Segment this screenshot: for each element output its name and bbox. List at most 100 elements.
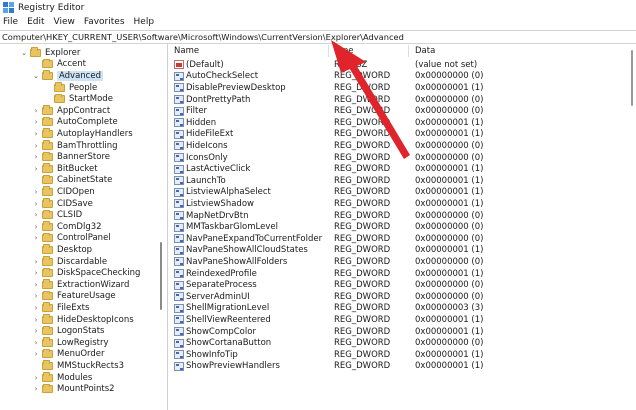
chevron-right-icon[interactable]: › <box>32 374 40 382</box>
value-row[interactable]: ShellViewReentered REG_DWORD 0x00000001 (1… <box>168 314 636 326</box>
chevron-right-icon[interactable]: › <box>32 200 40 208</box>
address-path[interactable]: Computer\HKEY_CURRENT_USER\Software\Micr… <box>2 32 404 42</box>
chevron-down-icon[interactable]: ⌄ <box>32 72 40 80</box>
value-row[interactable]: AutoCheckSelect REG_DWORD 0x00000000 (0) <box>168 71 636 83</box>
chevron-right-icon[interactable]: › <box>32 258 40 266</box>
chevron-right-icon[interactable]: › <box>32 281 40 289</box>
value-row[interactable]: IconsOnly REG_DWORD 0x00000000 (0) <box>168 152 636 164</box>
chevron-right-icon[interactable]: › <box>32 327 40 335</box>
tree-item[interactable]: › AutoComplete <box>32 116 118 129</box>
value-row[interactable]: ShowInfoTip REG_DWORD 0x00000001 (1) <box>168 349 636 361</box>
tree-item[interactable]: › DiskSpaceChecking <box>32 267 140 279</box>
value-row[interactable]: MapNetDrvBtn REG_DWORD 0x00000000 (0) <box>168 210 636 222</box>
value-row[interactable]: NavPaneShowAllCloudStates REG_DWORD 0x0000… <box>168 245 636 257</box>
tree-scrollbar-thumb[interactable] <box>160 242 162 310</box>
value-row[interactable]: LaunchTo REG_DWORD 0x00000001 (1) <box>168 175 636 187</box>
menu-help[interactable]: Help <box>134 17 155 27</box>
value-row[interactable]: ShowCompColor REG_DWORD 0x00000001 (1) <box>168 326 636 338</box>
tree-item[interactable]: › MountPoints2 <box>32 383 115 395</box>
value-row[interactable]: ShellMigrationLevel REG_DWORD 0x00000003 (… <box>168 303 636 315</box>
tree-item[interactable]: › BitBucket <box>32 163 98 175</box>
column-header-data[interactable]: Data <box>415 46 435 56</box>
menu-file[interactable]: File <box>3 17 18 27</box>
tree-item[interactable]: › ControlPanel <box>32 232 111 245</box>
tree-item[interactable]: StartMode <box>44 93 113 105</box>
value-row[interactable]: ShowCortanaButton REG_DWORD 0x00000000 (0) <box>168 337 636 349</box>
chevron-right-icon[interactable]: › <box>32 223 40 231</box>
chevron-right-icon[interactable]: › <box>32 339 40 347</box>
tree-item[interactable]: CabinetState <box>32 174 112 187</box>
tree-item[interactable]: › CIDSave <box>32 198 93 210</box>
binary-value-icon <box>174 234 184 244</box>
tree-item[interactable]: › Discardable <box>32 256 107 268</box>
chevron-right-icon[interactable]: › <box>32 234 40 242</box>
value-row[interactable]: Hidden REG_DWORD 0x00000001 (1) <box>168 117 636 129</box>
chevron-down-icon[interactable]: ⌄ <box>20 49 28 57</box>
chevron-right-icon[interactable]: › <box>32 269 40 277</box>
value-row[interactable]: Filter REG_DWORD 0x00000000 (0) <box>168 105 636 117</box>
value-row[interactable]: LastActiveClick REG_DWORD 0x00000001 (1) <box>168 163 636 175</box>
tree-item[interactable]: › MenuOrder <box>32 348 105 361</box>
address-bar[interactable]: Computer\HKEY_CURRENT_USER\Software\Micr… <box>0 30 636 44</box>
value-row[interactable]: ListviewShadow REG_DWORD 0x00000001 (1) <box>168 198 636 210</box>
tree-item[interactable]: › ExtractionWizard <box>32 279 129 291</box>
chevron-right-icon[interactable]: › <box>32 304 40 312</box>
values-scrollbar[interactable] <box>629 44 636 410</box>
tree-item[interactable]: Accent <box>32 58 86 71</box>
chevron-right-icon[interactable]: › <box>32 130 40 138</box>
value-row[interactable]: NavPaneShowAllFolders REG_DWORD 0x00000000… <box>168 256 636 268</box>
tree-item[interactable]: › LowRegistry <box>32 337 109 349</box>
chevron-right-icon[interactable]: › <box>32 188 40 196</box>
value-row[interactable]: NavPaneExpandToCurrentFolder REG_DWORD 0x0… <box>168 233 636 245</box>
chevron-right-icon[interactable]: › <box>32 142 40 150</box>
menu-edit[interactable]: Edit <box>27 17 44 27</box>
value-row[interactable]: DisablePreviewDesktop REG_DWORD 0x00000001… <box>168 82 636 94</box>
tree-item[interactable]: › LogonStats <box>32 325 104 337</box>
tree-item[interactable]: › AutoplayHandlers <box>32 128 133 140</box>
value-row[interactable]: HideFileExt REG_DWORD 0x00000001 (1) <box>168 129 636 141</box>
binary-value-icon <box>174 153 184 163</box>
tree-item[interactable]: › AppContract <box>32 105 110 117</box>
tree-item[interactable]: › FileExts <box>32 302 89 314</box>
value-row[interactable]: HideIcons REG_DWORD 0x00000000 (0) <box>168 140 636 152</box>
chevron-right-icon[interactable]: › <box>32 350 40 358</box>
column-header-name[interactable]: Name <box>174 46 199 56</box>
tree-item[interactable]: › CLSID <box>32 209 82 221</box>
tree-item[interactable]: Desktop <box>32 244 92 256</box>
values-scrollbar-thumb[interactable] <box>631 50 633 106</box>
column-divider[interactable] <box>328 45 329 57</box>
chevron-right-icon[interactable]: › <box>32 118 40 126</box>
tree-item[interactable]: ⌄ Advanced <box>32 70 103 82</box>
chevron-right-icon[interactable]: › <box>32 211 40 219</box>
value-row[interactable]: (Default) REG_SZ (value not set) <box>168 59 636 71</box>
value-row[interactable]: ListviewAlphaSelect REG_DWORD 0x00000001 (… <box>168 187 636 199</box>
column-divider[interactable] <box>408 45 409 57</box>
tree-scrollbar[interactable] <box>158 44 165 410</box>
tree-item[interactable]: ⌄ Explorer <box>20 47 80 59</box>
value-row[interactable]: SeparateProcess REG_DWORD 0x00000000 (0) <box>168 279 636 291</box>
tree-item[interactable]: › Modules <box>32 372 92 384</box>
tree-item-label: FileExts <box>57 302 90 313</box>
tree-item[interactable]: MMStuckRects3 <box>32 360 124 372</box>
chevron-right-icon[interactable]: › <box>32 316 40 324</box>
value-row[interactable]: ReindexedProfile REG_DWORD 0x00000001 (1) <box>168 268 636 280</box>
value-row[interactable]: ServerAdminUI REG_DWORD 0x00000000 (0) <box>168 291 636 303</box>
value-row[interactable]: ShowPreviewHandlers REG_DWORD 0x00000001 (… <box>168 361 636 373</box>
value-row[interactable]: DontPrettyPath REG_DWORD 0x00000000 (0) <box>168 94 636 106</box>
tree-item[interactable]: › ComDlg32 <box>32 221 102 233</box>
tree-item[interactable]: › BannerStore <box>32 151 110 163</box>
tree-item[interactable]: › FeatureUsage <box>32 290 116 303</box>
tree-item[interactable]: › BamThrottling <box>32 140 118 152</box>
menu-view[interactable]: View <box>54 17 75 27</box>
tree-item[interactable]: People <box>44 82 97 94</box>
chevron-right-icon[interactable]: › <box>32 165 40 173</box>
value-row[interactable]: MMTaskbarGlomLevel REG_DWORD 0x00000000 (0… <box>168 221 636 233</box>
chevron-right-icon[interactable]: › <box>32 107 40 115</box>
column-header-type[interactable]: Type <box>334 46 354 56</box>
tree-item[interactable]: › CIDOpen <box>32 186 95 198</box>
chevron-right-icon[interactable]: › <box>32 153 40 161</box>
chevron-right-icon[interactable]: › <box>32 292 40 300</box>
tree-item[interactable]: › HideDesktopIcons <box>32 314 134 326</box>
chevron-right-icon[interactable]: › <box>32 385 40 393</box>
menu-favorites[interactable]: Favorites <box>84 17 125 27</box>
